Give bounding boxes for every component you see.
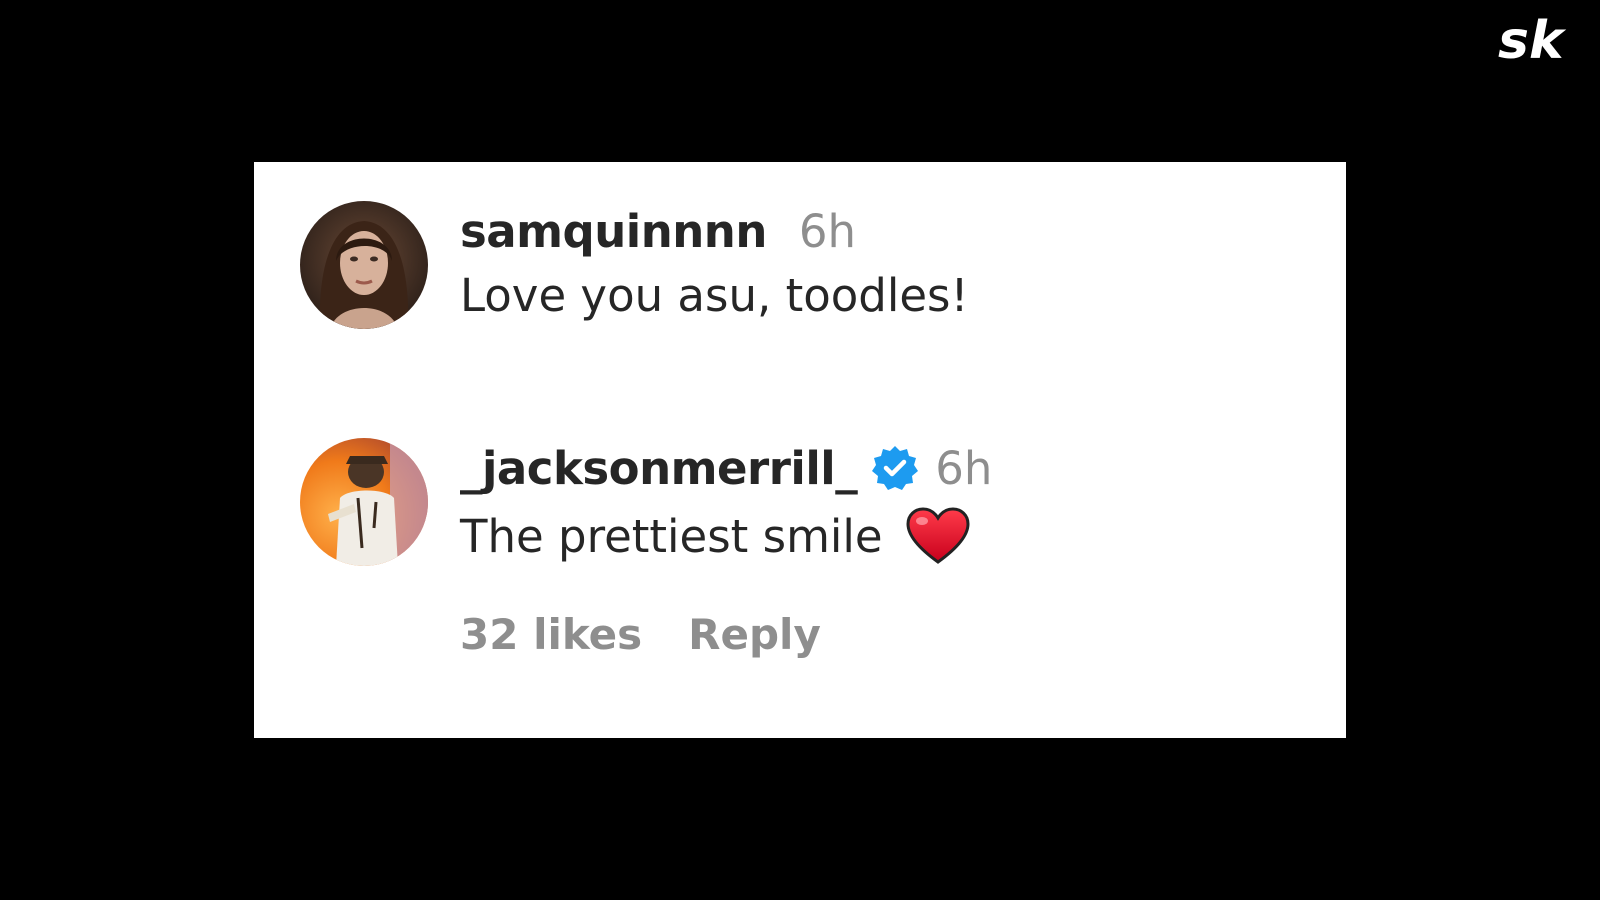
sk-logo-text: sk <box>1498 12 1567 68</box>
comment-text: The prettiest smile <box>460 506 992 566</box>
comment-header: _jacksonmerrill_ 6h <box>460 438 992 498</box>
sk-logo-mark: sk <box>1498 11 1567 71</box>
timestamp[interactable]: 6h <box>799 205 856 258</box>
avatar-photo <box>300 201 428 329</box>
username[interactable]: samquinnnn <box>460 205 767 258</box>
comment-item: samquinnnn 6h Love you asu, toodles! <box>300 201 969 329</box>
comment-body: _jacksonmerrill_ 6h The prettiest smile <box>460 438 992 660</box>
comment-item: _jacksonmerrill_ 6h The prettiest smile <box>300 438 992 659</box>
avatar-photo <box>300 438 428 566</box>
avatar[interactable] <box>300 438 428 566</box>
comments-card: samquinnnn 6h Love you asu, toodles! _ja… <box>254 162 1346 738</box>
comment-header: samquinnnn 6h <box>460 201 969 261</box>
comment-text-content: Love you asu, toodles! <box>460 269 969 322</box>
sk-logo: sk <box>1494 11 1588 71</box>
reply-button[interactable]: Reply <box>688 610 821 659</box>
username[interactable]: _jacksonmerrill_ <box>460 442 858 495</box>
likes-count[interactable]: 32 likes <box>460 610 642 659</box>
verified-badge-icon <box>871 444 919 492</box>
red-heart-icon <box>905 506 971 566</box>
comment-body: samquinnnn 6h Love you asu, toodles! <box>460 201 969 323</box>
comment-text: Love you asu, toodles! <box>460 269 969 322</box>
comment-actions: 32 likes Reply <box>460 610 992 659</box>
timestamp[interactable]: 6h <box>935 442 992 495</box>
comment-text-content: The prettiest smile <box>460 509 883 563</box>
avatar[interactable] <box>300 201 428 329</box>
